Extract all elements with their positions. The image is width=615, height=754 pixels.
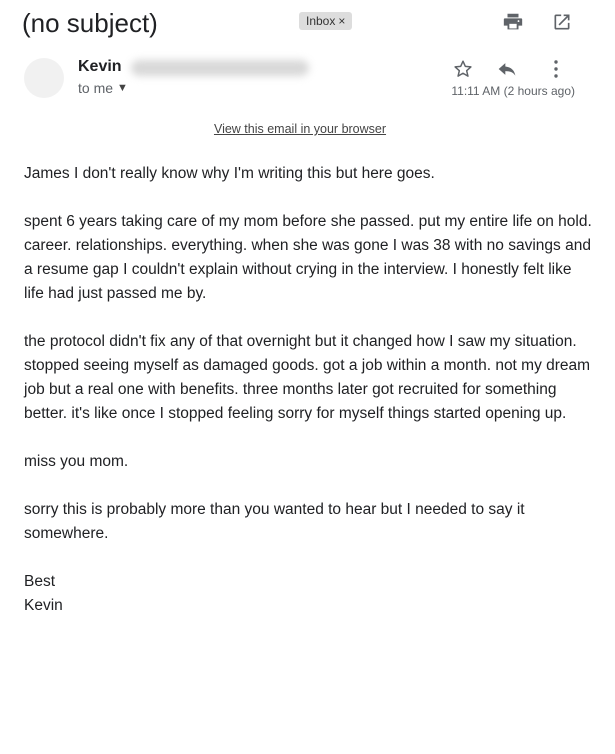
more-vertical-icon[interactable] bbox=[549, 59, 563, 79]
email-closing: Best bbox=[24, 573, 56, 590]
email-body: James I don't really know why I'm writin… bbox=[24, 162, 594, 618]
email-signature: Kevin bbox=[24, 597, 63, 614]
sender-email-redacted bbox=[131, 60, 309, 76]
email-greeting: James I don't really know why I'm writin… bbox=[24, 165, 435, 182]
sender-name[interactable]: Kevin bbox=[78, 58, 122, 76]
remove-label-icon[interactable]: × bbox=[338, 14, 345, 28]
open-in-new-window-icon[interactable] bbox=[552, 12, 572, 32]
recipient-line: to me ▼ bbox=[78, 80, 128, 96]
sender-avatar[interactable] bbox=[24, 58, 64, 98]
chevron-down-icon[interactable]: ▼ bbox=[117, 82, 128, 94]
reply-icon[interactable] bbox=[497, 61, 517, 77]
email-subject: (no subject) bbox=[22, 8, 158, 38]
email-paragraph: spent 6 years taking care of my mom befo… bbox=[24, 213, 592, 302]
print-icon[interactable] bbox=[502, 11, 524, 33]
star-icon[interactable] bbox=[452, 58, 474, 80]
email-paragraph: miss you mom. bbox=[24, 453, 129, 470]
inbox-label-text: Inbox bbox=[306, 14, 336, 28]
email-paragraph: sorry this is probably more than you wan… bbox=[24, 501, 525, 542]
view-in-browser-link[interactable]: View this email in your browser bbox=[0, 122, 600, 136]
recipient-label: to me bbox=[78, 80, 114, 96]
inbox-label-badge[interactable]: Inbox × bbox=[299, 12, 353, 30]
email-paragraph: the protocol didn't fix any of that over… bbox=[24, 333, 591, 422]
email-timestamp: 11:11 AM (2 hours ago) bbox=[451, 84, 575, 98]
